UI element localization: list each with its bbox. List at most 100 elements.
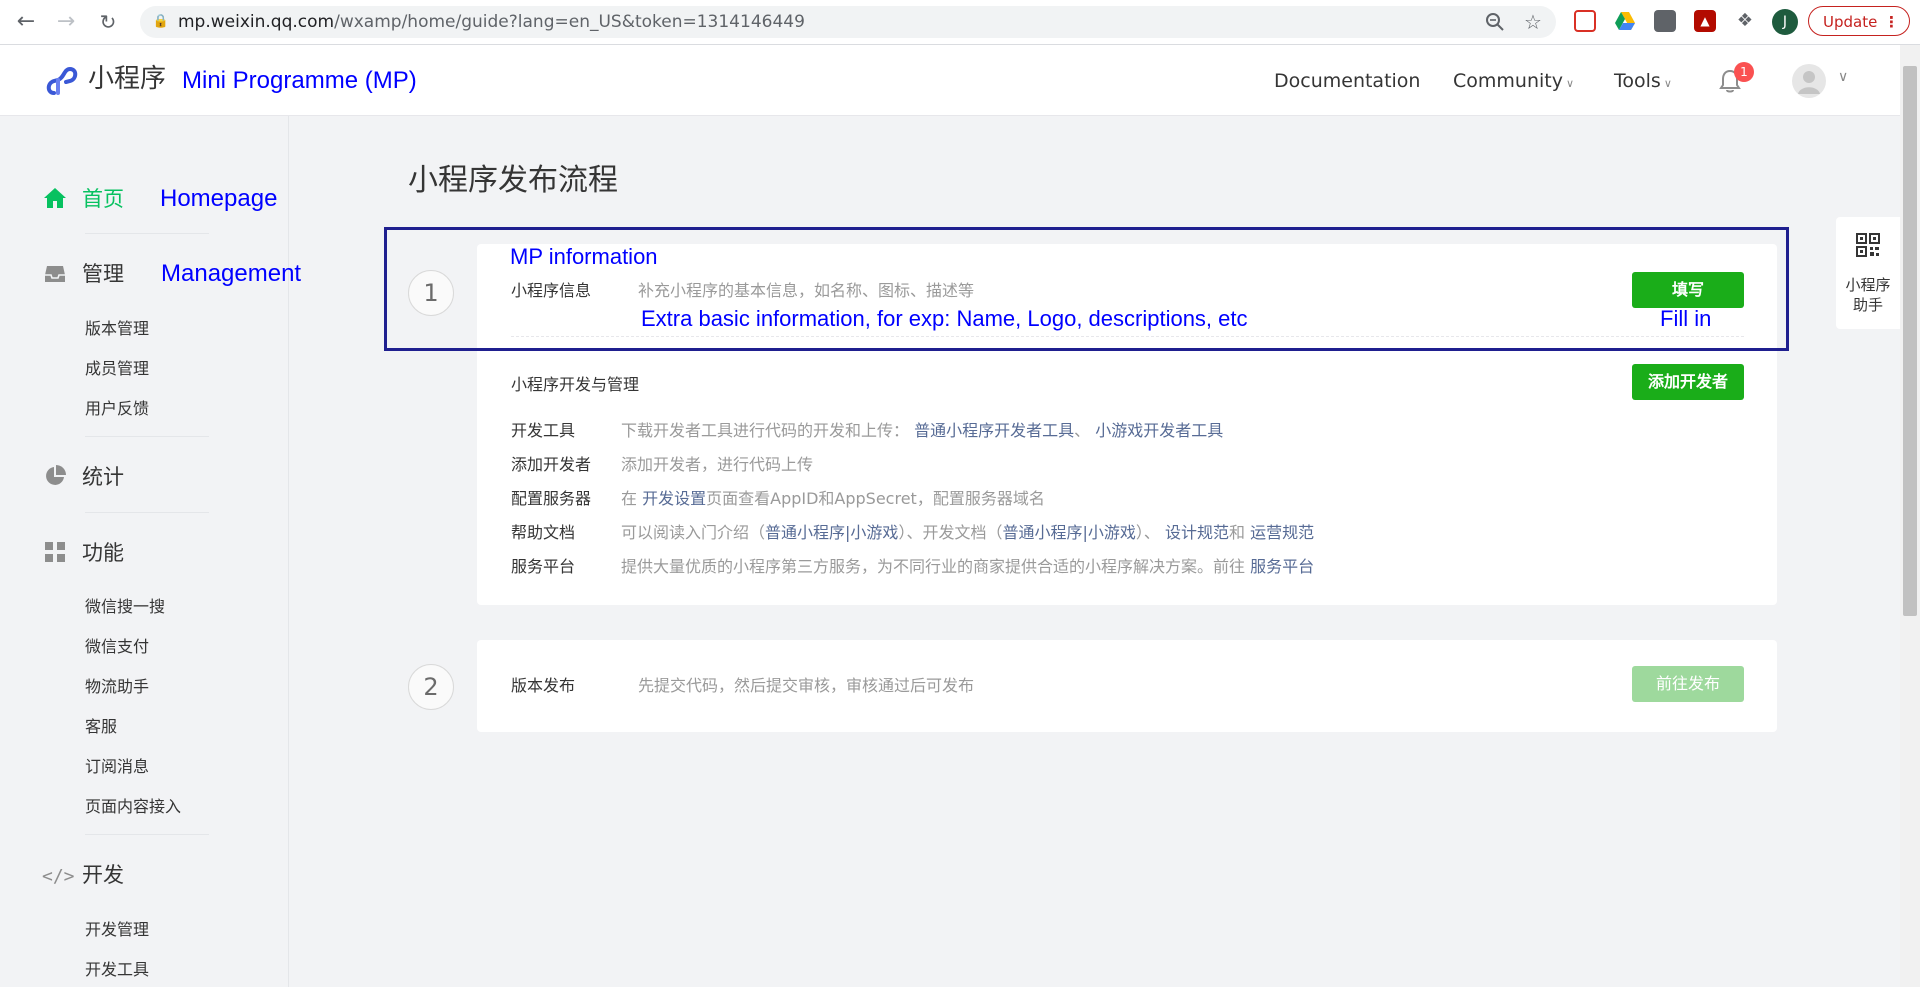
grid-icon	[42, 535, 68, 571]
sidebar-sub-wechat-pay[interactable]: 微信支付	[85, 636, 149, 658]
sidebar-management-annotation: Management	[161, 260, 302, 287]
zoom-icon[interactable]	[1484, 11, 1506, 33]
row-desc: 在 开发设置页面查看AppID和AppSecret，配置服务器域名	[621, 488, 1045, 510]
step-number: 2	[408, 664, 454, 710]
link-design-guide[interactable]: 设计规范	[1165, 523, 1229, 542]
row-text: 、	[1074, 421, 1091, 440]
row-label: 服务平台	[511, 557, 576, 576]
sidebar-sub-logistics[interactable]: 物流助手	[85, 676, 149, 698]
row-desc: 提供大量优质的小程序第三方服务，为不同行业的商家提供合适的小程序解决方案。前往 …	[621, 556, 1314, 578]
sidebar-sub-wechat-search[interactable]: 微信搜一搜	[85, 596, 165, 618]
home-icon	[42, 181, 68, 217]
sidebar-sub-page-content[interactable]: 页面内容接入	[85, 796, 181, 818]
divider	[85, 512, 209, 513]
mini-program-logo-icon[interactable]	[44, 63, 80, 99]
update-label: Update	[1823, 13, 1878, 31]
helper-label-line1: 小程序	[1845, 276, 1891, 294]
link-docs-minigame[interactable]: 小游戏	[1088, 523, 1136, 542]
extension-icon[interactable]	[1654, 10, 1676, 32]
user-avatar[interactable]	[1792, 64, 1826, 98]
row-label: 配置服务器	[511, 489, 592, 508]
nav-tools-label: Tools	[1614, 70, 1661, 92]
logo-annotation: Mini Programme (MP)	[182, 67, 417, 94]
chevron-down-icon: ∨	[1663, 77, 1672, 90]
scrollbar-thumb[interactable]	[1903, 66, 1917, 616]
sidebar-sub-customer-service[interactable]: 客服	[85, 716, 117, 738]
sidebar-item-dev[interactable]: </> 开发	[42, 857, 124, 893]
sidebar-item-label: 管理	[82, 262, 124, 286]
row-label: 开发工具	[511, 421, 576, 440]
back-icon[interactable]: ←	[12, 8, 40, 36]
sidebar-sub-user-feedback[interactable]: 用户反馈	[85, 398, 149, 420]
row-desc: 下载开发者工具进行代码的开发和上传： 普通小程序开发者工具、 小游戏开发者工具	[621, 420, 1223, 442]
row-desc: 可以阅读入门介绍（普通小程序|小游戏）、开发文档（普通小程序|小游戏）、 设计规…	[621, 522, 1314, 544]
link-service-platform[interactable]: 服务平台	[1250, 557, 1314, 576]
page-title: 小程序发布流程	[408, 163, 618, 198]
chevron-down-icon[interactable]: ∨	[1838, 69, 1848, 85]
row-text: ）、	[1135, 523, 1160, 542]
link-intro-mp[interactable]: 普通小程序	[765, 523, 845, 542]
divider	[85, 834, 209, 835]
url-text[interactable]: mp.weixin.qq.com/wxamp/home/guide?lang=e…	[178, 6, 805, 38]
row-text: 可以阅读入门介绍（	[621, 523, 766, 542]
row-text: ）、开发文档（	[898, 523, 1003, 542]
sidebar-item-features[interactable]: 功能	[42, 535, 124, 571]
extensions-puzzle-icon[interactable]: ❖	[1734, 10, 1756, 32]
sidebar-home-annotation: Homepage	[160, 185, 278, 212]
sidebar-sub-dev-management[interactable]: 开发管理	[85, 919, 149, 941]
lock-icon[interactable]: 🔒	[152, 13, 170, 31]
row-desc: 添加开发者，进行代码上传	[621, 455, 814, 474]
inbox-icon	[42, 256, 68, 292]
forward-icon[interactable]: →	[52, 8, 80, 36]
mp-assistant-panel[interactable]: 小程序 助手	[1836, 217, 1900, 329]
sidebar-item-label: 首页	[82, 187, 124, 211]
link-operation-guide[interactable]: 运营规范	[1250, 523, 1314, 542]
link-docs-mp[interactable]: 普通小程序	[1002, 523, 1082, 542]
divider	[85, 233, 209, 234]
link-dev-settings[interactable]: 开发设置	[642, 489, 706, 508]
address-bar[interactable]: 🔒 mp.weixin.qq.com/wxamp/home/guide?lang…	[140, 6, 1556, 38]
step2-label: 版本发布	[511, 676, 576, 695]
qr-code-icon	[1856, 233, 1880, 257]
sidebar-item-stats[interactable]: 统计	[42, 459, 124, 495]
nav-tools[interactable]: Tools ∨	[1614, 67, 1672, 98]
pdf-extension-icon[interactable]: ▲	[1694, 10, 1716, 32]
pocket-extension-icon[interactable]	[1574, 10, 1596, 32]
add-developer-button[interactable]: 添加开发者	[1632, 364, 1744, 400]
update-button[interactable]: Update ⋮	[1808, 6, 1910, 36]
highlight-box	[384, 227, 1789, 351]
reload-icon[interactable]: ↻	[94, 8, 122, 36]
sidebar-item-home[interactable]: 首页	[42, 181, 124, 217]
pie-chart-icon	[42, 459, 68, 495]
row-text: 下载开发者工具进行代码的开发和上传：	[621, 421, 910, 440]
nav-documentation[interactable]: Documentation	[1274, 67, 1420, 95]
link-minigame-devtool[interactable]: 小游戏开发者工具	[1095, 421, 1223, 440]
row-label: 添加开发者	[511, 455, 592, 474]
star-icon[interactable]: ☆	[1522, 11, 1544, 33]
menu-icon: ⋮	[1884, 13, 1899, 31]
sidebar-sub-dev-tools[interactable]: 开发工具	[85, 959, 149, 981]
divider	[85, 436, 209, 437]
logo-text[interactable]: 小程序	[88, 61, 166, 97]
sidebar-item-label: 统计	[82, 465, 124, 489]
link-mp-devtool[interactable]: 普通小程序开发者工具	[914, 421, 1074, 440]
link-intro-minigame[interactable]: 小游戏	[850, 523, 898, 542]
url-host: mp.weixin.qq.com	[178, 12, 335, 32]
profile-avatar[interactable]: J	[1772, 9, 1798, 35]
sidebar-item-management[interactable]: 管理	[42, 256, 124, 292]
row-text: 和	[1229, 523, 1246, 542]
row-text: 在	[621, 489, 638, 508]
go-publish-button[interactable]: 前往发布	[1632, 666, 1744, 702]
google-drive-icon[interactable]	[1614, 10, 1636, 32]
helper-label: 小程序 助手	[1836, 275, 1900, 315]
row-text: 页面查看AppID和AppSecret，配置服务器域名	[706, 489, 1045, 508]
helper-label-line2: 助手	[1852, 296, 1883, 314]
sidebar-sub-subscription-messages[interactable]: 订阅消息	[85, 756, 149, 778]
sidebar-sub-version-management[interactable]: 版本管理	[85, 318, 149, 340]
nav-community[interactable]: Community ∨	[1453, 67, 1574, 98]
app-header: 小程序 Mini Programme (MP) Documentation Co…	[0, 45, 1900, 116]
step2-desc: 先提交代码，然后提交审核，审核通过后可发布	[638, 676, 975, 695]
chevron-down-icon: ∨	[1565, 77, 1575, 90]
notification-badge: 1	[1734, 62, 1754, 82]
sidebar-sub-member-management[interactable]: 成员管理	[85, 358, 149, 380]
